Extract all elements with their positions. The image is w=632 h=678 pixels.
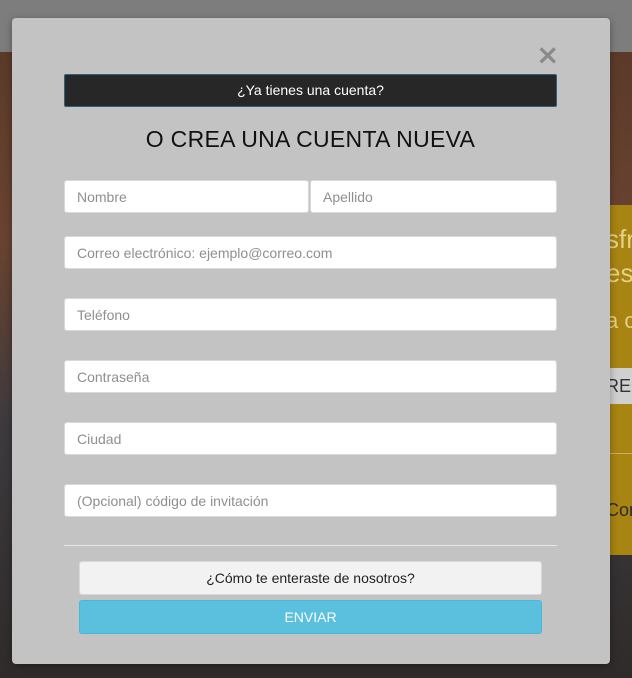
city-input[interactable]	[64, 422, 557, 455]
login-prompt-button[interactable]: ¿Ya tienes una cuenta?	[64, 74, 557, 107]
invite-code-input[interactable]	[64, 484, 557, 517]
signup-modal: × ¿Ya tienes una cuenta? O CREA UNA CUEN…	[12, 18, 610, 664]
password-input[interactable]	[64, 360, 557, 393]
close-icon[interactable]: ×	[536, 41, 559, 69]
phone-input[interactable]	[64, 298, 557, 331]
form-divider	[64, 545, 557, 546]
last-name-input[interactable]	[310, 180, 557, 213]
email-input[interactable]	[64, 236, 557, 269]
modal-title: O CREA UNA CUENTA NUEVA	[145, 126, 476, 152]
referral-source-button[interactable]: ¿Cómo te enteraste de nosotros?	[79, 561, 542, 595]
first-name-input[interactable]	[64, 180, 309, 213]
submit-button[interactable]: ENVIAR	[79, 600, 542, 634]
